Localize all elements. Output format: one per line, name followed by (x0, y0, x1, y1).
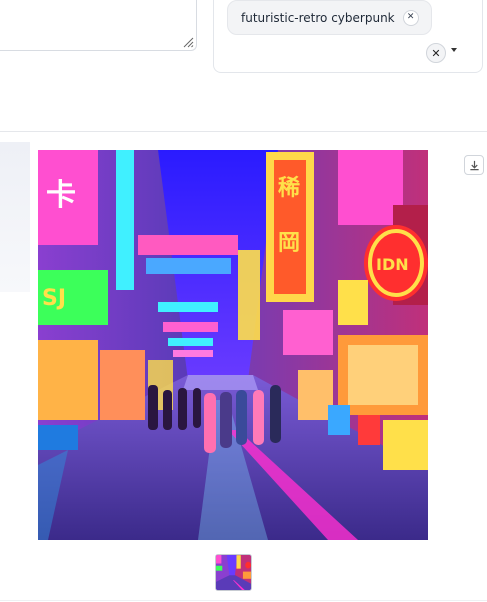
svg-text:卡: 卡 (46, 178, 76, 213)
generated-image[interactable]: SJ 卡 稀 岡 IDN (38, 150, 428, 540)
download-button[interactable] (464, 155, 484, 175)
tag-label: futuristic-retro cyberpunk (241, 10, 395, 25)
remove-tag-icon[interactable]: ✕ (402, 9, 419, 26)
clear-all-icon[interactable]: ✕ (426, 43, 446, 63)
section-divider (0, 131, 487, 132)
download-icon (469, 160, 479, 170)
side-panel-shadow (0, 142, 30, 292)
tag-chip: futuristic-retro cyberpunk ✕ (227, 0, 432, 35)
svg-text:稀: 稀 (278, 175, 300, 201)
gallery-bottom-border (0, 600, 487, 601)
prompt-textarea[interactable] (0, 0, 197, 51)
resize-handle-icon[interactable] (182, 36, 194, 48)
style-tags-dropdown[interactable]: futuristic-retro cyberpunk ✕ ✕ (213, 0, 483, 73)
svg-text:SJ: SJ (42, 286, 66, 311)
svg-text:IDN: IDN (376, 255, 409, 274)
thumbnail-image (216, 555, 251, 590)
gallery-thumbnail[interactable] (215, 554, 252, 591)
chevron-down-icon[interactable] (451, 48, 457, 52)
cyberpunk-street-image: SJ 卡 稀 岡 IDN (38, 150, 428, 540)
svg-text:岡: 岡 (278, 231, 300, 256)
